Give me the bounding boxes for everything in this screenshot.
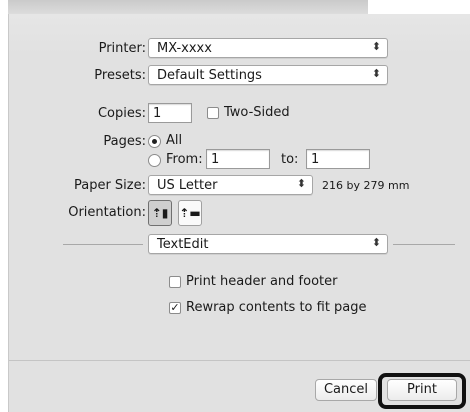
updown-chevron-icon: ⬍: [371, 40, 381, 53]
pages-from-field[interactable]: 1: [206, 149, 270, 169]
copies-label: Copies:: [97, 106, 146, 121]
print-dialog: Printer: MX-xxxx ⬍ Presets: Default Sett…: [0, 0, 470, 412]
paper-size-value: US Letter: [157, 178, 218, 193]
footer-divider: [9, 360, 470, 361]
cancel-button[interactable]: Cancel: [315, 379, 377, 401]
pages-label: Pages:: [103, 134, 146, 149]
presets-label: Presets:: [94, 68, 146, 83]
updown-chevron-icon: ⬍: [296, 177, 306, 190]
pages-all-label: All: [166, 133, 183, 148]
print-sheet: Printer: MX-xxxx ⬍ Presets: Default Sett…: [8, 14, 470, 412]
rewrap-contents-label: Rewrap contents to fit page: [186, 300, 367, 315]
rewrap-contents-checkbox[interactable]: ✓: [169, 302, 181, 314]
paper-size-popup[interactable]: US Letter ⬍: [148, 175, 313, 195]
pages-from-radio[interactable]: [148, 154, 161, 167]
updown-chevron-icon: ⬍: [371, 67, 381, 80]
printer-value: MX-xxxx: [157, 41, 212, 56]
printer-popup[interactable]: MX-xxxx ⬍: [148, 38, 388, 58]
print-button[interactable]: Print: [387, 379, 457, 401]
print-header-footer-checkbox[interactable]: [169, 276, 181, 288]
presets-value: Default Settings: [157, 68, 262, 83]
two-sided-checkbox[interactable]: [207, 107, 219, 119]
printer-label: Printer:: [98, 41, 146, 56]
paper-size-dimensions: 216 by 279 mm: [322, 179, 410, 192]
pages-all-radio[interactable]: [148, 135, 161, 148]
section-divider-right: [393, 244, 455, 245]
pages-from-value: 1: [211, 152, 220, 167]
pages-to-field[interactable]: 1: [306, 149, 370, 169]
presets-popup[interactable]: Default Settings ⬍: [148, 65, 388, 85]
pages-from-label: From:: [166, 152, 203, 167]
pages-to-value: 1: [311, 152, 320, 167]
copies-field[interactable]: 1: [148, 103, 192, 123]
two-sided-label: Two-Sided: [224, 105, 290, 120]
paper-size-label: Paper Size:: [73, 178, 146, 193]
portrait-orientation-icon[interactable]: ⇡▮: [148, 200, 172, 226]
orientation-label: Orientation:: [68, 205, 146, 220]
print-header-footer-label: Print header and footer: [186, 274, 338, 289]
app-section-value: TextEdit: [157, 237, 209, 252]
app-section-popup[interactable]: TextEdit ⬍: [148, 234, 388, 254]
updown-chevron-icon: ⬍: [371, 236, 381, 249]
pages-to-label: to:: [281, 152, 299, 167]
section-divider-left: [63, 244, 143, 245]
landscape-orientation-icon[interactable]: ⇡▬: [178, 200, 202, 226]
copies-value: 1: [153, 106, 162, 121]
